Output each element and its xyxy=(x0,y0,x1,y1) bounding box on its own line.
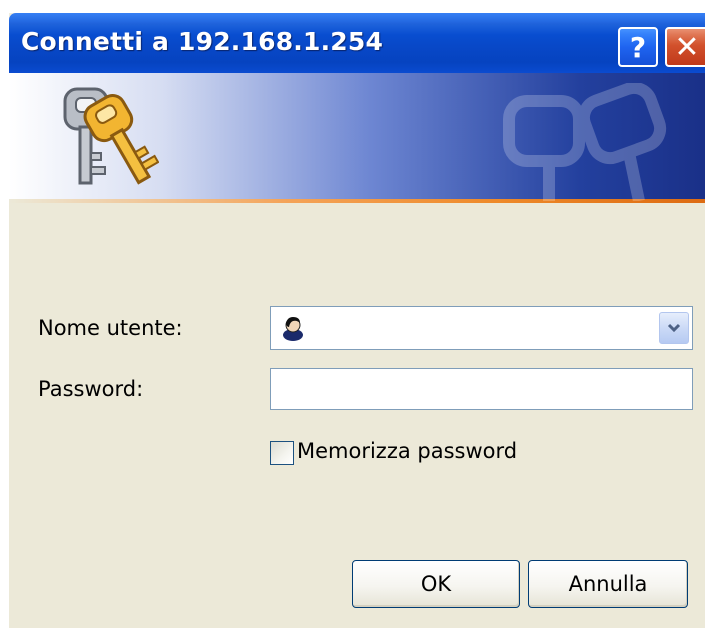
help-icon: ? xyxy=(629,30,647,64)
ok-button[interactable]: OK xyxy=(352,560,520,608)
cancel-button[interactable]: Annulla xyxy=(528,560,688,608)
close-button[interactable]: ✕ xyxy=(665,27,705,67)
remember-password-label[interactable]: Memorizza password xyxy=(297,439,517,463)
close-icon: ✕ xyxy=(674,29,700,65)
username-label: Nome utente: xyxy=(38,316,183,340)
remember-password-checkbox[interactable] xyxy=(270,441,294,465)
username-combobox[interactable] xyxy=(270,306,693,350)
password-label: Password: xyxy=(38,377,144,401)
password-field[interactable] xyxy=(270,368,693,410)
dropdown-button[interactable] xyxy=(659,312,689,344)
title-bar[interactable]: Connetti a 192.168.1.254 ? ✕ xyxy=(9,13,705,73)
login-dialog: Connetti a 192.168.1.254 ? ✕ Nome utente… xyxy=(9,13,705,628)
watermark-keys-icon xyxy=(503,83,667,201)
keys-icon xyxy=(63,87,159,185)
chevron-down-icon xyxy=(667,323,681,333)
help-button[interactable]: ? xyxy=(618,27,658,67)
window-title: Connetti a 192.168.1.254 xyxy=(21,27,384,56)
user-icon xyxy=(283,317,303,341)
